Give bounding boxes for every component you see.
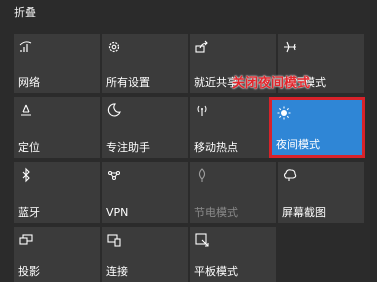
tile-bluetooth[interactable]: 蓝牙 — [14, 162, 100, 223]
tile-label: 连接 — [106, 265, 128, 278]
tile-label: 蓝牙 — [18, 206, 40, 219]
tile-label: 定位 — [18, 141, 40, 154]
tile-focus-assist[interactable]: 专注助手 — [102, 97, 188, 158]
tile-label: 所有设置 — [106, 76, 150, 89]
tile-connect[interactable]: 连接 — [102, 227, 188, 282]
network-icon — [19, 41, 32, 52]
tile-label: 专注助手 — [106, 141, 150, 154]
tile-tablet-mode[interactable]: 平板模式 — [190, 227, 276, 282]
screenshot-icon — [283, 169, 297, 181]
tile-label: 平板模式 — [194, 265, 238, 278]
moon-icon — [107, 103, 121, 117]
tile-vpn[interactable]: VPN — [102, 162, 188, 223]
tile-label: 屏幕截图 — [282, 206, 326, 219]
leaf-icon — [198, 168, 206, 182]
tile-label: 节电模式 — [194, 206, 238, 219]
night-mode-highlight-box — [269, 97, 365, 158]
location-icon — [21, 104, 31, 116]
tile-label: 网络 — [18, 76, 40, 89]
hotspot-icon — [197, 105, 207, 116]
tile-battery-saver[interactable]: 节电模式 — [190, 162, 276, 223]
tile-all-settings[interactable]: 所有设置 — [102, 34, 188, 93]
airplane-icon — [284, 41, 296, 53]
tile-label: 投影 — [18, 265, 40, 278]
tile-label: VPN — [106, 206, 129, 219]
tile-screenshot[interactable]: 屏幕截图 — [278, 162, 364, 223]
vpn-icon — [108, 171, 120, 180]
project-icon — [19, 234, 33, 245]
tile-location[interactable]: 定位 — [14, 97, 100, 158]
tile-project[interactable]: 投影 — [14, 227, 100, 282]
tile-mobile-hotspot[interactable]: 移动热点 — [190, 97, 276, 158]
connect-icon — [107, 234, 121, 247]
tile-network[interactable]: 网络 — [14, 34, 100, 93]
gear-icon — [108, 41, 120, 53]
nearby-share-icon — [195, 40, 208, 53]
tile-label: 移动热点 — [194, 141, 238, 154]
annotation-label: 关闭夜间模式 — [232, 76, 311, 91]
bluetooth-icon — [22, 167, 30, 183]
tablet-icon — [195, 233, 209, 247]
